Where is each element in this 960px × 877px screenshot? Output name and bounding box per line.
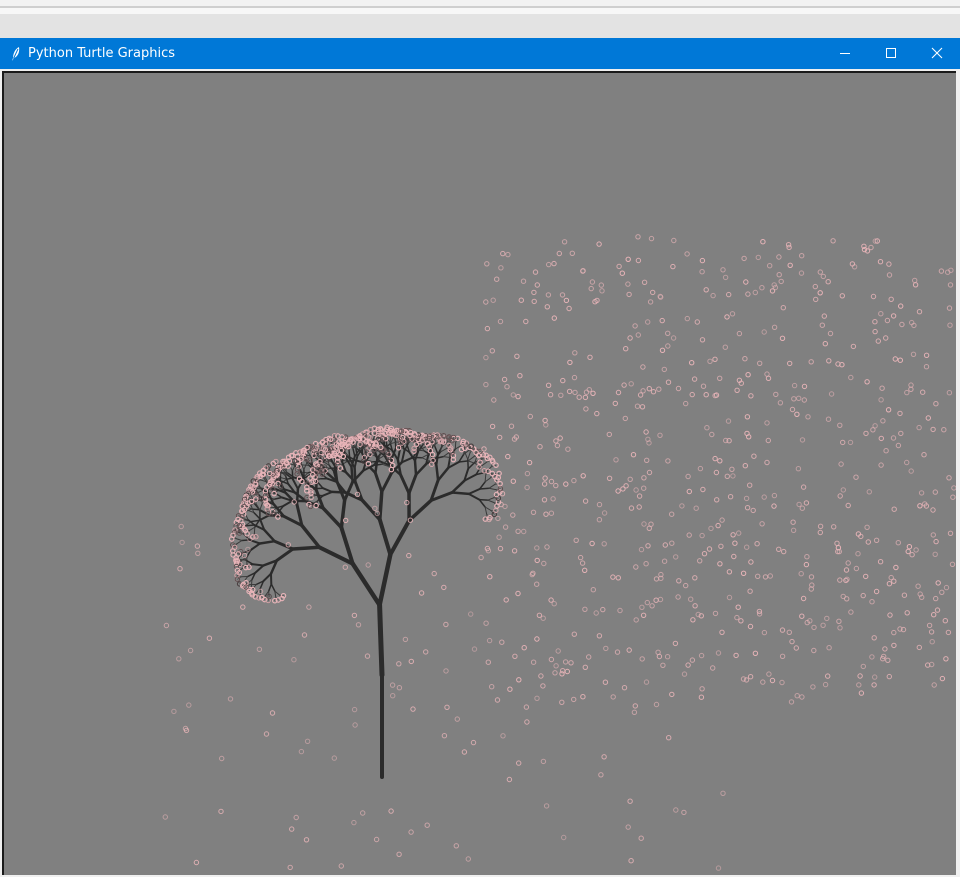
window-title: Python Turtle Graphics — [28, 46, 175, 61]
title-bar[interactable]: Python Turtle Graphics — [0, 38, 960, 69]
background-app-edge — [0, 0, 960, 38]
falling-petals — [162, 234, 956, 871]
maximize-icon — [886, 48, 896, 58]
close-button[interactable] — [914, 38, 960, 69]
turtle-window: Python Turtle Graphics — [0, 38, 960, 877]
window-client-area — [0, 69, 960, 877]
feather-icon — [8, 46, 24, 62]
maximize-button[interactable] — [868, 38, 914, 69]
minimize-icon — [840, 53, 850, 54]
close-icon — [931, 47, 943, 59]
turtle-canvas[interactable] — [2, 71, 956, 875]
minimize-button[interactable] — [822, 38, 868, 69]
cherry-blossom-tree-drawing — [162, 234, 956, 871]
